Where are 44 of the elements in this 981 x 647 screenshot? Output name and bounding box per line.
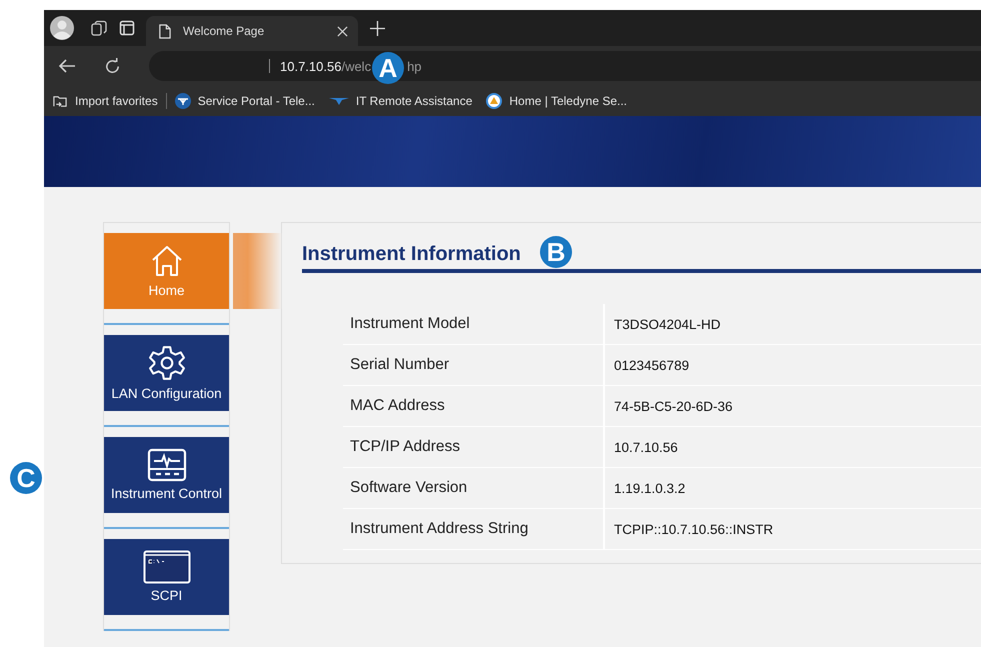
close-icon[interactable] <box>337 26 348 36</box>
logo-icon <box>486 93 502 109</box>
bookmark-label: Home | Teledyne Se... <box>509 94 628 108</box>
logo-icon <box>174 93 191 109</box>
workspaces-icon[interactable] <box>90 19 108 37</box>
table-cell: TCPIP::10.7.10.56::INSTR <box>605 509 981 549</box>
profile-avatar-icon[interactable] <box>50 16 74 40</box>
url-path: hp <box>407 58 422 74</box>
table-cell: Serial Number <box>343 345 605 385</box>
terminal-window-icon <box>142 550 190 584</box>
bookmark-item[interactable]: Service Portal - Tele... <box>174 93 315 109</box>
logo-icon <box>328 96 349 106</box>
refresh-icon[interactable] <box>104 58 121 74</box>
table-cell: 74-5B-C5-20-6D-36 <box>605 386 981 426</box>
tab-title: Welcome Page <box>183 24 266 38</box>
table-cell: T3DSO4204L-HD <box>605 304 981 344</box>
table-cell: 10.7.10.56 <box>605 427 981 467</box>
table-cell: Instrument Address String <box>343 509 605 549</box>
table-cell: 0123456789 <box>605 345 981 385</box>
callout-marker: C <box>10 462 42 494</box>
table-cell: Instrument Model <box>343 304 605 344</box>
table-cell: TCP/IP Address <box>343 427 605 467</box>
new-tab-icon[interactable] <box>370 20 385 36</box>
nav-tile[interactable]: LAN Configuration <box>104 335 229 411</box>
bookmark-item[interactable]: IT Remote Assistance <box>328 94 472 108</box>
bookmark-label: Service Portal - Tele... <box>198 94 315 108</box>
bookmark-label: IT Remote Assistance <box>356 94 472 108</box>
folder-import-icon <box>52 94 68 108</box>
bookmark-label: Import favorites <box>75 94 158 108</box>
bookmark-item[interactable]: Import favorites <box>52 94 158 108</box>
back-arrow-icon[interactable] <box>58 58 76 74</box>
nav-tile[interactable]: SCPI <box>104 539 229 615</box>
bookmark-item[interactable]: Home | Teledyne Se... <box>486 93 628 109</box>
document-icon <box>158 24 171 38</box>
url-host: 10.7.10.56 <box>280 58 342 74</box>
nav-tile[interactable]: Instrument Control <box>104 437 229 513</box>
table-cell: MAC Address <box>343 386 605 426</box>
monitor-waveform-icon <box>146 448 186 482</box>
table-cell: 1.19.1.0.3.2 <box>605 468 981 508</box>
url-path: /welc <box>341 58 372 74</box>
gear-icon <box>148 344 186 382</box>
browser-tab[interactable]: Welcome Page <box>146 16 358 46</box>
vertical-tabs-icon[interactable] <box>119 20 135 36</box>
table-cell: Software Version <box>343 468 605 508</box>
